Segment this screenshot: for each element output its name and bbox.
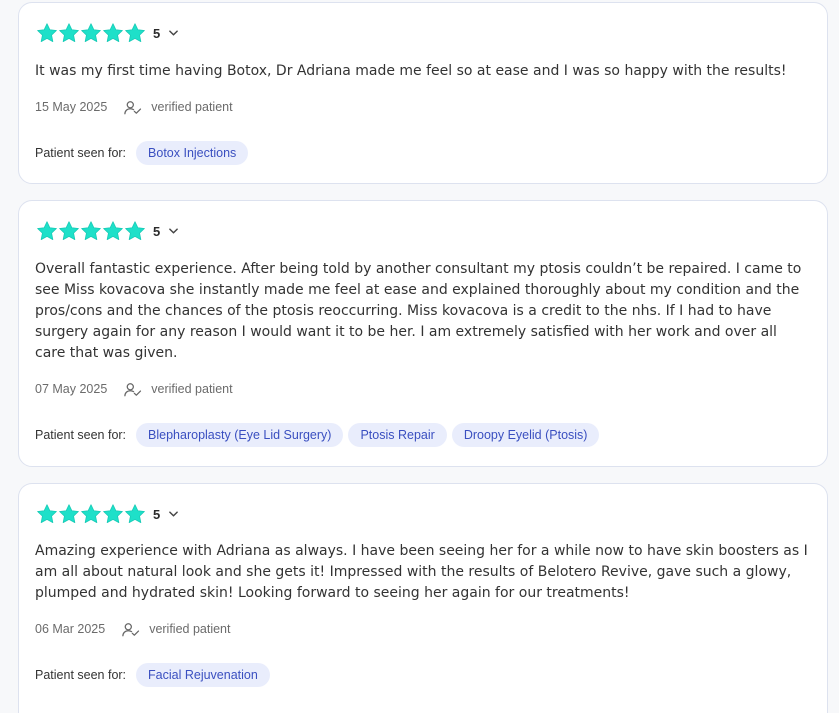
star-icon: [37, 504, 57, 523]
review-date: 15 May 2025: [35, 100, 108, 114]
star-rating: [36, 220, 146, 242]
treatment-tag[interactable]: Botox Injections: [136, 141, 249, 165]
star-icon: [81, 23, 101, 42]
verified-label: verified patient: [149, 622, 231, 636]
review-card: 5 Amazing experience with Adriana as alw…: [18, 483, 828, 713]
star-icon: [59, 504, 79, 523]
star-rating: [36, 22, 146, 44]
review-card: 5 Overall fantastic experience. After be…: [18, 200, 828, 467]
review-card: 5 It was my first time having Botox, Dr …: [18, 2, 828, 184]
verified-user-icon: [124, 100, 142, 114]
star-icon: [103, 23, 123, 42]
rating-row[interactable]: 5: [36, 22, 179, 44]
star-icon: [125, 23, 145, 42]
chevron-down-icon[interactable]: [169, 228, 179, 234]
review-text: Amazing experience with Adriana as alway…: [35, 543, 808, 601]
treatment-tag[interactable]: Droopy Eyelid (Ptosis): [451, 423, 600, 447]
star-icon: [125, 221, 145, 240]
star-icon: [59, 221, 79, 240]
treatment-tag[interactable]: Blepharoplasty (Eye Lid Surgery): [136, 423, 344, 447]
star-icon: [37, 221, 57, 240]
review-meta: 07 May 2025 verified patient: [35, 381, 233, 397]
treatments-row: Patient seen for: Blepharoplasty (Eye Li…: [35, 422, 600, 448]
treatments-row: Patient seen for: Botox Injections: [35, 140, 249, 166]
star-icon: [103, 221, 123, 240]
rating-row[interactable]: 5: [36, 220, 179, 242]
verified-user-icon: [124, 382, 142, 396]
rating-score: 5: [153, 506, 161, 522]
verified-label: verified patient: [151, 100, 233, 114]
star-icon: [37, 23, 57, 42]
star-icon: [125, 504, 145, 523]
star-icon: [59, 23, 79, 42]
review-date: 07 May 2025: [35, 382, 108, 396]
chevron-down-icon[interactable]: [169, 511, 179, 517]
treatment-tag[interactable]: Ptosis Repair: [348, 423, 447, 447]
star-icon: [81, 504, 101, 523]
review-text: Overall fantastic experience. After bein…: [35, 261, 802, 361]
verified-label: verified patient: [151, 382, 233, 396]
review-date: 06 Mar 2025: [35, 622, 106, 636]
rating-score: 5: [153, 223, 161, 239]
star-icon: [103, 504, 123, 523]
treatments-row: Patient seen for: Facial Rejuvenation: [35, 662, 270, 688]
review-meta: 15 May 2025 verified patient: [35, 99, 233, 115]
verified-user-icon: [122, 622, 140, 636]
chevron-down-icon[interactable]: [169, 30, 179, 36]
review-meta: 06 Mar 2025 verified patient: [35, 621, 231, 637]
review-text: It was my first time having Botox, Dr Ad…: [35, 63, 787, 79]
treatment-tag[interactable]: Facial Rejuvenation: [136, 663, 270, 687]
seen-for-label: Patient seen for:: [35, 428, 127, 442]
rating-row[interactable]: 5: [36, 503, 179, 525]
seen-for-label: Patient seen for:: [35, 668, 127, 682]
seen-for-label: Patient seen for:: [35, 146, 127, 160]
star-icon: [81, 221, 101, 240]
rating-score: 5: [153, 25, 161, 41]
star-rating: [36, 503, 146, 525]
